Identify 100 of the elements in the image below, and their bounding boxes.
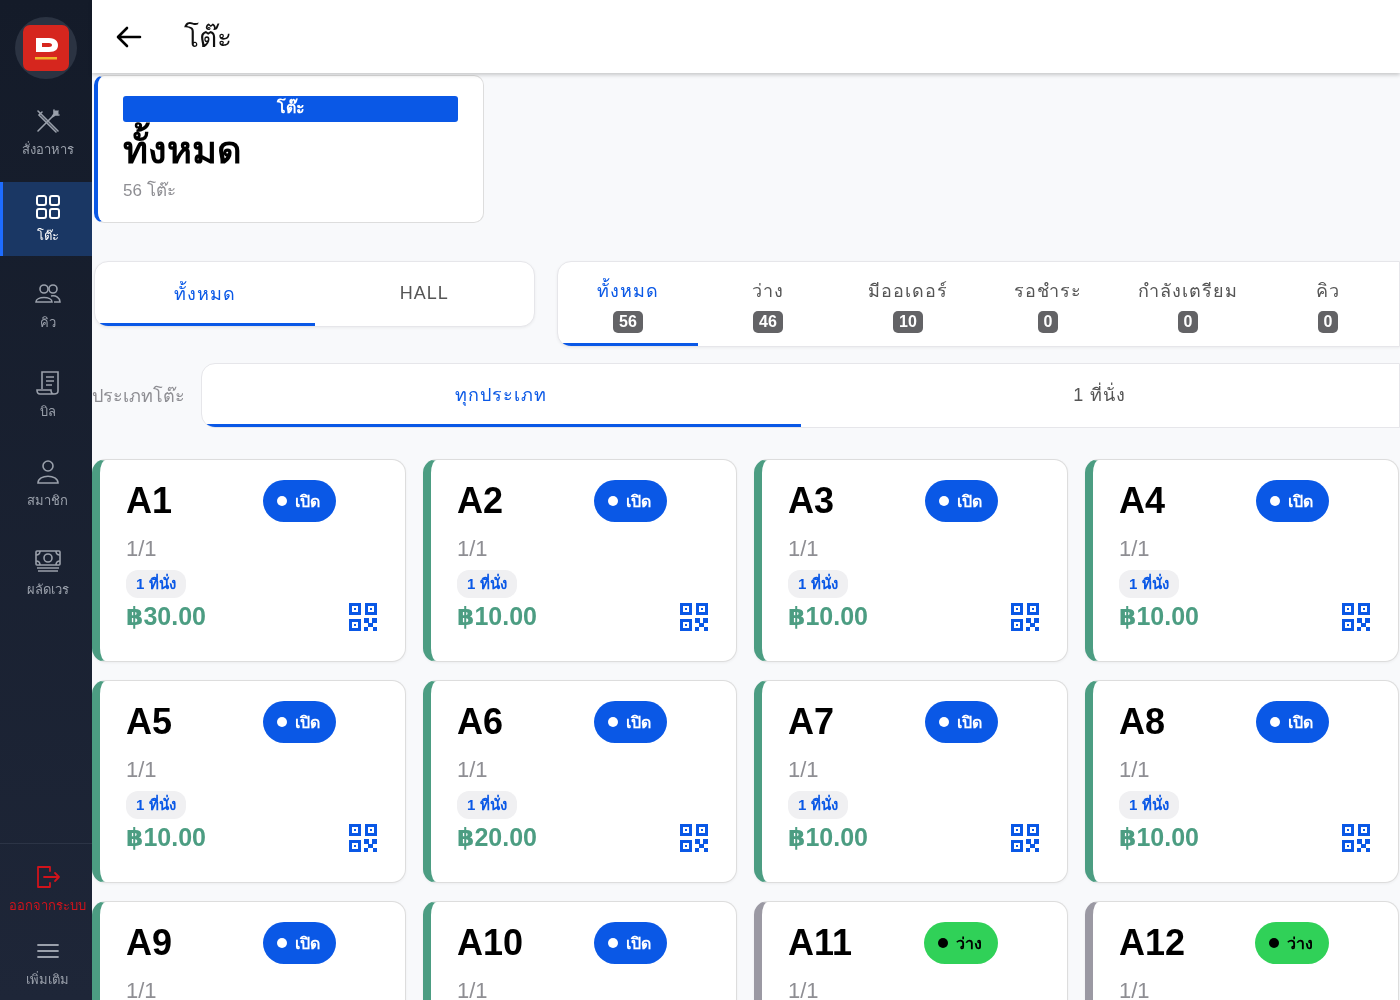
- status-badge[interactable]: ว่าง: [1255, 922, 1329, 964]
- sidebar-item[interactable]: โต๊ะ: [0, 182, 92, 256]
- qr-code-icon[interactable]: [680, 823, 708, 852]
- sidebar-item[interactable]: เพิ่มเติม: [0, 926, 92, 1000]
- table-card[interactable]: A6 เปิด 1/1 1 ที่นั่ง ฿20.00: [423, 680, 737, 883]
- table-name: A12: [1119, 922, 1186, 964]
- seats-chip: 1 ที่นั่ง: [1119, 791, 1179, 819]
- table-card[interactable]: A2 เปิด 1/1 1 ที่นั่ง ฿10.00: [423, 459, 737, 662]
- table-card[interactable]: A12 ว่าง 1/1: [1085, 901, 1399, 1000]
- seats-chip: 1 ที่นั่ง: [1119, 570, 1179, 598]
- occupancy-text: 1/1: [126, 757, 158, 783]
- table-name: A8: [1119, 701, 1166, 743]
- count-badge: 10: [893, 310, 923, 333]
- status-tab[interactable]: รอชำระ 0: [978, 262, 1118, 346]
- status-badge[interactable]: เปิด: [263, 922, 336, 964]
- qr-code-icon[interactable]: [1011, 602, 1039, 631]
- table-card[interactable]: A7 เปิด 1/1 1 ที่นั่ง ฿10.00: [754, 680, 1068, 883]
- table-card[interactable]: A8 เปิด 1/1 1 ที่นั่ง ฿10.00: [1085, 680, 1399, 883]
- qr-code-icon[interactable]: [680, 602, 708, 631]
- seats-chip: 1 ที่นั่ง: [457, 570, 517, 598]
- seats-chip: 1 ที่นั่ง: [126, 570, 186, 598]
- table-amount: ฿10.00: [126, 823, 206, 852]
- sidebar-item[interactable]: ผลัดเวร: [0, 529, 92, 618]
- status-badge[interactable]: เปิด: [594, 701, 667, 743]
- sidebar-item[interactable]: คิว: [0, 262, 92, 351]
- status-badge[interactable]: เปิด: [925, 480, 998, 522]
- status-tab[interactable]: กำลังเตรียม 0: [1118, 262, 1258, 346]
- count-badge: 0: [1177, 310, 1199, 333]
- table-name: A2: [457, 480, 504, 522]
- table-name: A4: [1119, 480, 1166, 522]
- table-amount: ฿30.00: [126, 602, 206, 631]
- occupancy-text: 1/1: [457, 536, 489, 562]
- page-title: โต๊ะ: [184, 20, 232, 55]
- table-name: A5: [126, 701, 173, 743]
- table-card[interactable]: A10 เปิด 1/1: [423, 901, 737, 1000]
- table-amount: ฿10.00: [457, 602, 537, 631]
- sidebar-item[interactable]: สมาชิก: [0, 440, 92, 529]
- summary-count: 56 โต๊ะ: [123, 179, 177, 202]
- table-name: A11: [788, 922, 853, 964]
- occupancy-text: 1/1: [1119, 978, 1151, 1000]
- status-badge[interactable]: เปิด: [263, 480, 336, 522]
- seats-chip: 1 ที่นั่ง: [457, 791, 517, 819]
- table-amount: ฿10.00: [788, 823, 868, 852]
- zone-tab[interactable]: HALL: [314, 262, 534, 326]
- qr-code-icon[interactable]: [1342, 823, 1370, 852]
- status-badge[interactable]: เปิด: [594, 922, 667, 964]
- table-card[interactable]: A9 เปิด 1/1: [92, 901, 406, 1000]
- table-card[interactable]: A3 เปิด 1/1 1 ที่นั่ง ฿10.00: [754, 459, 1068, 662]
- occupancy-text: 1/1: [126, 536, 158, 562]
- seats-chip: 1 ที่นั่ง: [126, 791, 186, 819]
- table-card[interactable]: A1 เปิด 1/1 1 ที่นั่ง ฿30.00: [92, 459, 406, 662]
- table-name: A1: [126, 480, 173, 522]
- grid-icon: [33, 192, 62, 221]
- status-badge[interactable]: เปิด: [263, 701, 336, 743]
- qr-code-icon[interactable]: [349, 602, 377, 631]
- occupancy-text: 1/1: [126, 978, 158, 1000]
- table-amount: ฿10.00: [788, 602, 868, 631]
- seats-chip: 1 ที่นั่ง: [788, 570, 848, 598]
- sidebar-item[interactable]: สั่งอาหาร: [0, 89, 92, 178]
- occupancy-text: 1/1: [1119, 536, 1151, 562]
- qr-code-icon[interactable]: [349, 823, 377, 852]
- occupancy-text: 1/1: [788, 978, 820, 1000]
- qr-code-icon[interactable]: [1342, 602, 1370, 631]
- table-name: A9: [126, 922, 173, 964]
- status-tab[interactable]: ว่าง 46: [698, 262, 838, 346]
- status-tab[interactable]: คิว 0: [1258, 262, 1398, 346]
- table-name: A7: [788, 701, 835, 743]
- table-card[interactable]: A4 เปิด 1/1 1 ที่นั่ง ฿10.00: [1085, 459, 1399, 662]
- status-badge[interactable]: เปิด: [1256, 701, 1329, 743]
- receipt-icon: [33, 369, 62, 397]
- cash-icon: [33, 547, 62, 575]
- status-badge[interactable]: ว่าง: [924, 922, 998, 964]
- occupancy-text: 1/1: [1119, 757, 1151, 783]
- summary-tag: โต๊ะ: [123, 96, 458, 122]
- count-badge: 46: [753, 310, 783, 333]
- count-badge: 0: [1037, 310, 1059, 333]
- count-badge: 56: [613, 310, 643, 333]
- table-name: A10: [457, 922, 524, 964]
- type-tab[interactable]: ทุกประเภท: [202, 364, 801, 427]
- filter-label: ประเภทโต๊ะ: [92, 384, 185, 408]
- occupancy-text: 1/1: [457, 978, 489, 1000]
- zone-tab[interactable]: ทั้งหมด: [95, 262, 315, 326]
- table-amount: ฿10.00: [1119, 602, 1199, 631]
- occupancy-text: 1/1: [457, 757, 489, 783]
- logo-icon: [23, 25, 69, 71]
- table-card[interactable]: A5 เปิด 1/1 1 ที่นั่ง ฿10.00: [92, 680, 406, 883]
- occupancy-text: 1/1: [788, 757, 820, 783]
- status-tab[interactable]: ทั้งหมด 56: [558, 262, 698, 346]
- table-amount: ฿10.00: [1119, 823, 1199, 852]
- table-card[interactable]: A11 ว่าง 1/1: [754, 901, 1068, 1000]
- seats-chip: 1 ที่นั่ง: [788, 791, 848, 819]
- status-badge[interactable]: เปิด: [594, 480, 667, 522]
- type-tab[interactable]: 1 ที่นั่ง: [800, 364, 1399, 427]
- status-badge[interactable]: เปิด: [925, 701, 998, 743]
- sidebar-item[interactable]: บิล: [0, 351, 92, 440]
- table-amount: ฿20.00: [457, 823, 537, 852]
- qr-code-icon[interactable]: [1011, 823, 1039, 852]
- status-tab[interactable]: มีออเดอร์ 10: [838, 262, 978, 346]
- count-badge: 0: [1317, 310, 1339, 333]
- status-badge[interactable]: เปิด: [1256, 480, 1329, 522]
